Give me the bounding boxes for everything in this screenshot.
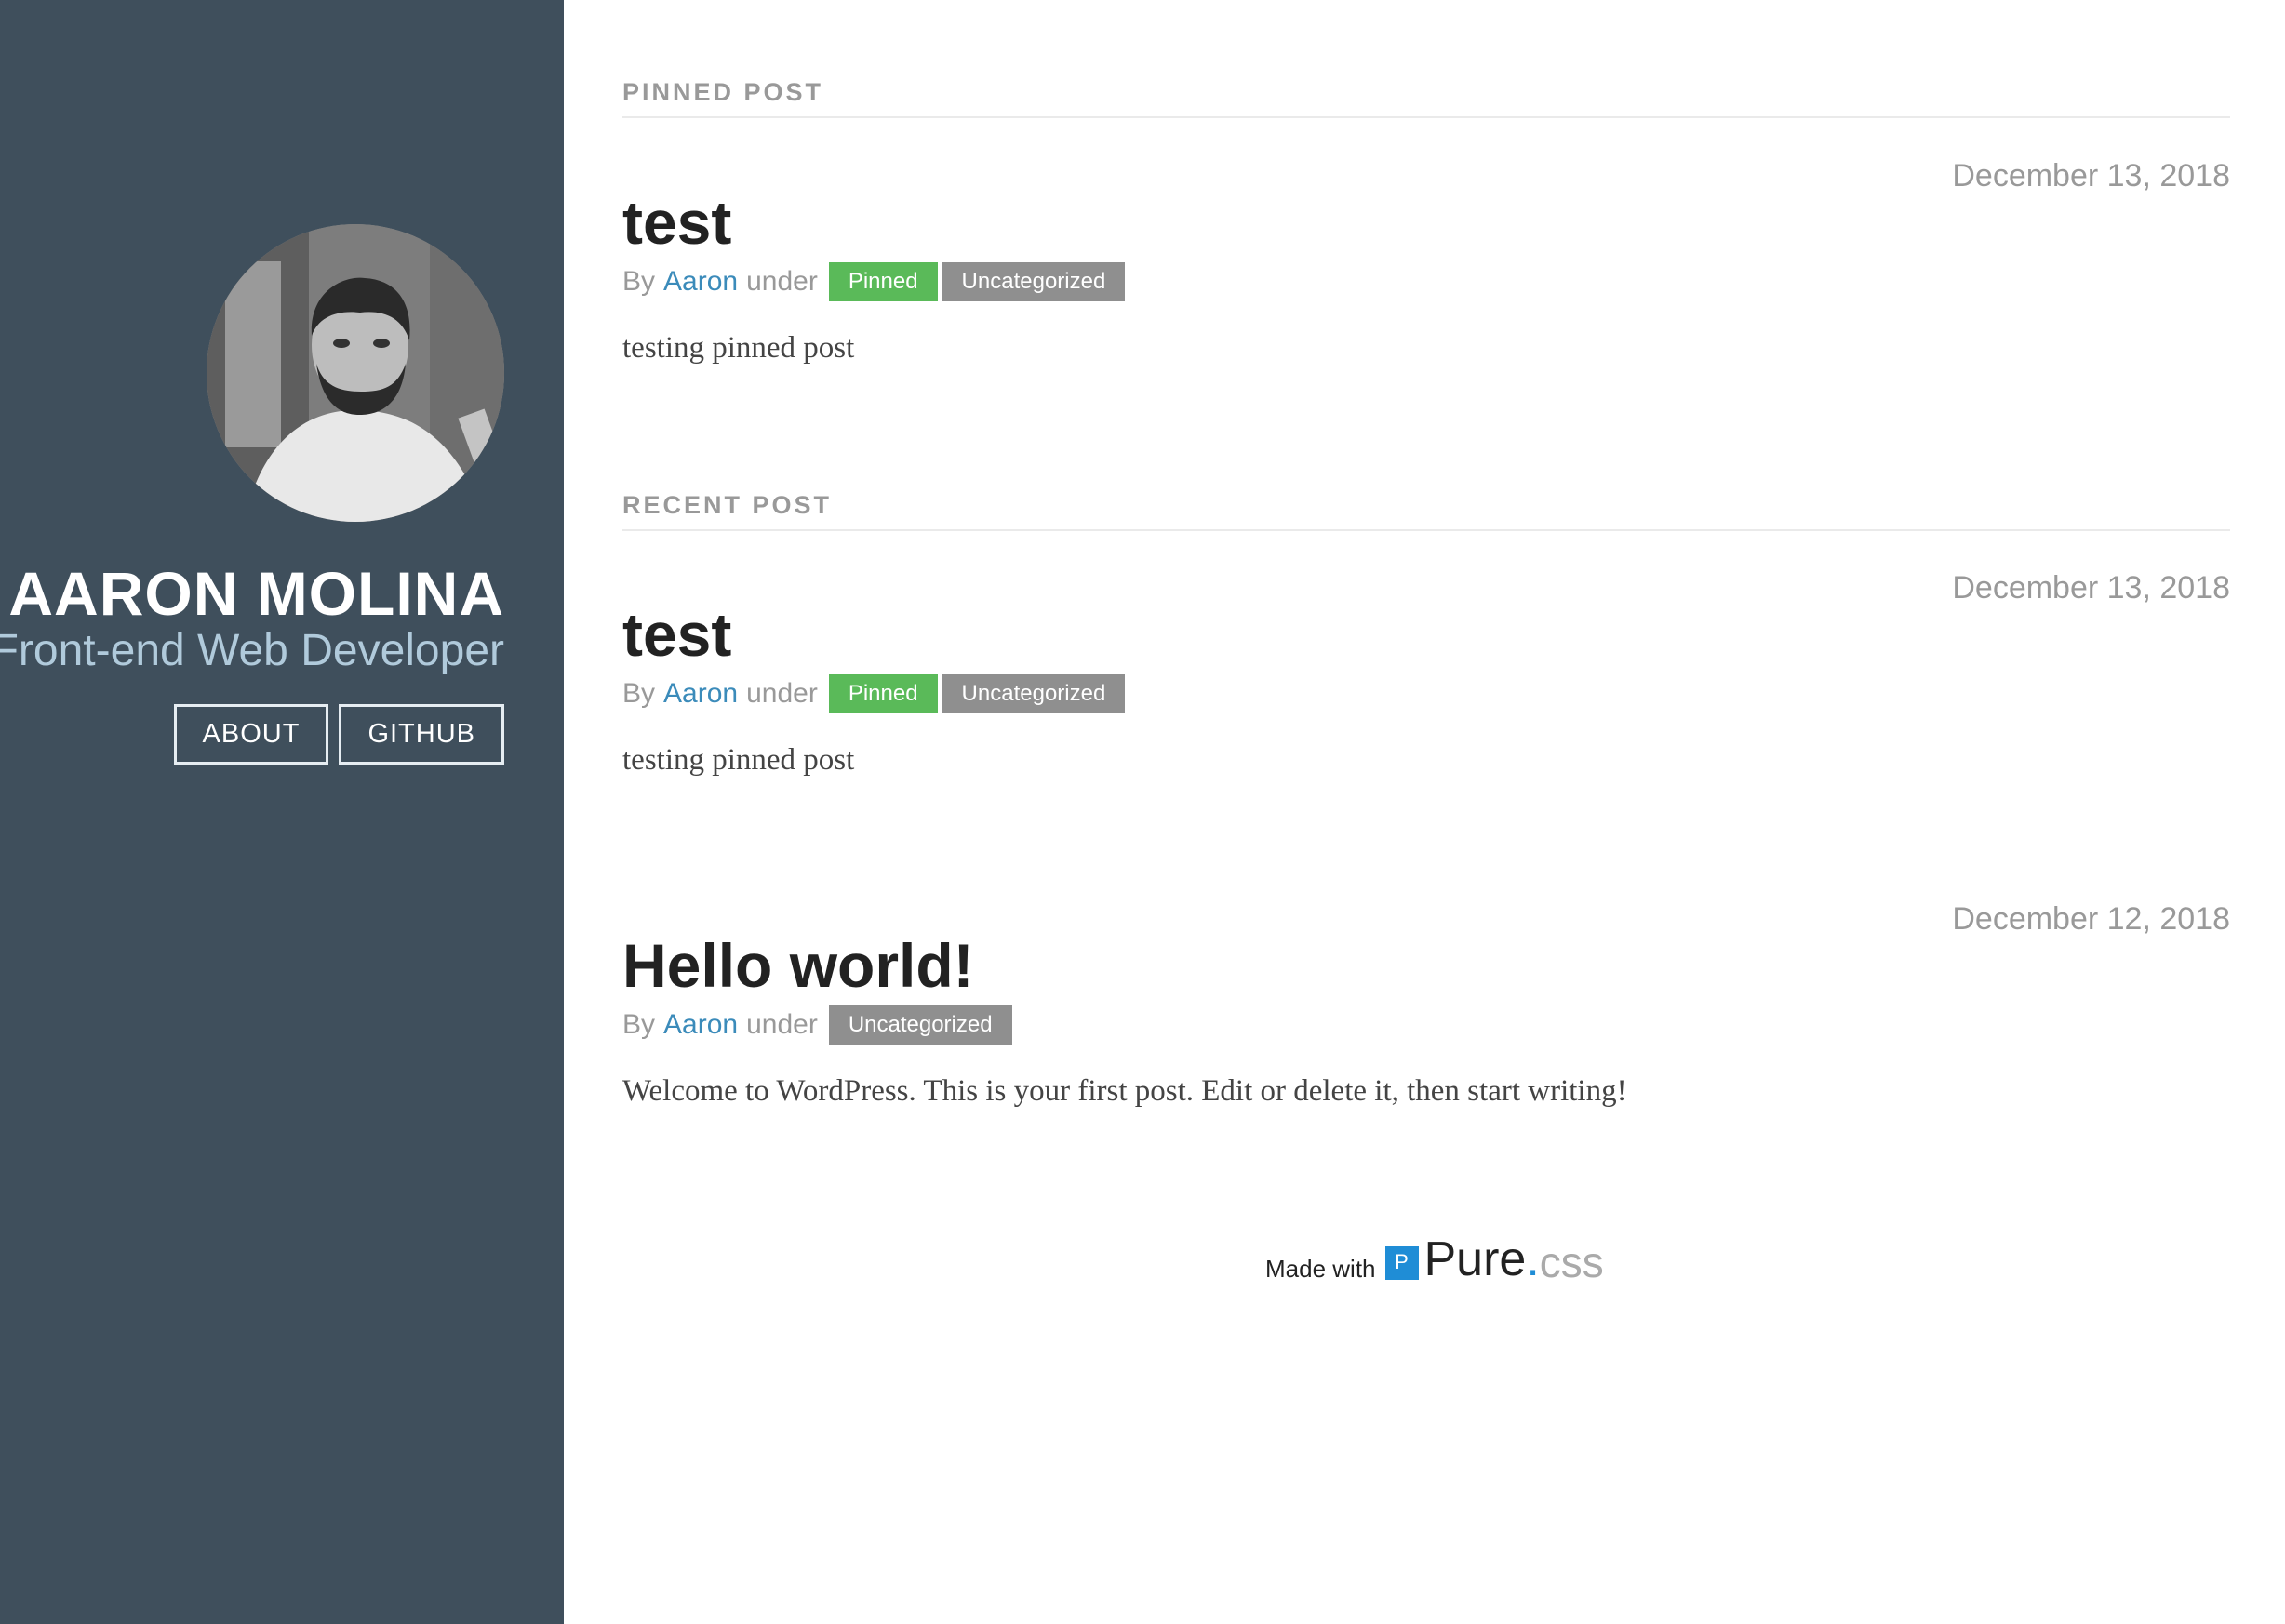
category-pinned[interactable]: Pinned [828,674,938,713]
purecss-logo-dot: . [1526,1232,1540,1286]
avatar [207,224,504,522]
category-uncategorized[interactable]: Uncategorized [828,1005,1012,1045]
post-title[interactable]: test [622,192,731,253]
meta-under: under [746,266,818,297]
post-meta: By Aaron under Uncategorized [622,1005,1017,1045]
meta-under: under [746,1009,818,1040]
purecss-logo-icon: P [1384,1246,1419,1280]
post-title[interactable]: Hello world! [622,935,974,996]
brand-title: AARON MOLINA [8,559,504,628]
post-excerpt: Welcome to WordPress. This is your first… [622,1074,1627,1108]
post-date: December 12, 2018 [1952,901,2230,937]
post-excerpt: testing pinned post [622,331,855,365]
meta-by: By [622,1009,656,1040]
purecss-logo-word: Pure [1423,1232,1527,1286]
pinned-section-heading: PINNED POST [622,78,2230,118]
post-meta: By Aaron under Pinned Uncategorized [622,262,1129,301]
avatar-photo [207,224,504,522]
about-button[interactable]: ABOUT [173,704,329,765]
recent-section-heading: RECENT POST [622,491,2230,531]
author-link[interactable]: Aaron [663,266,738,298]
sidebar: AARON MOLINA Front-end Web Developer ABO… [0,0,564,1624]
meta-by: By [622,678,656,709]
footer: Made with P Pure . css [1265,1235,1604,1284]
brand-tagline: Front-end Web Developer [0,626,504,675]
sidebar-nav: ABOUT GITHUB [173,704,504,765]
category-uncategorized[interactable]: Uncategorized [942,674,1126,713]
category-pinned[interactable]: Pinned [828,262,938,301]
post-meta: By Aaron under Pinned Uncategorized [622,674,1129,713]
post-title[interactable]: test [622,604,731,665]
purecss-logo-css: css [1539,1238,1604,1286]
post-date: December 13, 2018 [1952,570,2230,606]
category-uncategorized[interactable]: Uncategorized [942,262,1126,301]
meta-by: By [622,266,656,297]
purecss-logo-link[interactable]: P Pure . css [1384,1232,1604,1286]
post-excerpt: testing pinned post [622,743,855,777]
post-date: December 13, 2018 [1952,158,2230,193]
author-link[interactable]: Aaron [663,678,738,710]
author-link[interactable]: Aaron [663,1009,738,1041]
github-button[interactable]: GITHUB [339,704,504,765]
made-with-text: Made with [1265,1255,1376,1283]
meta-under: under [746,678,818,709]
